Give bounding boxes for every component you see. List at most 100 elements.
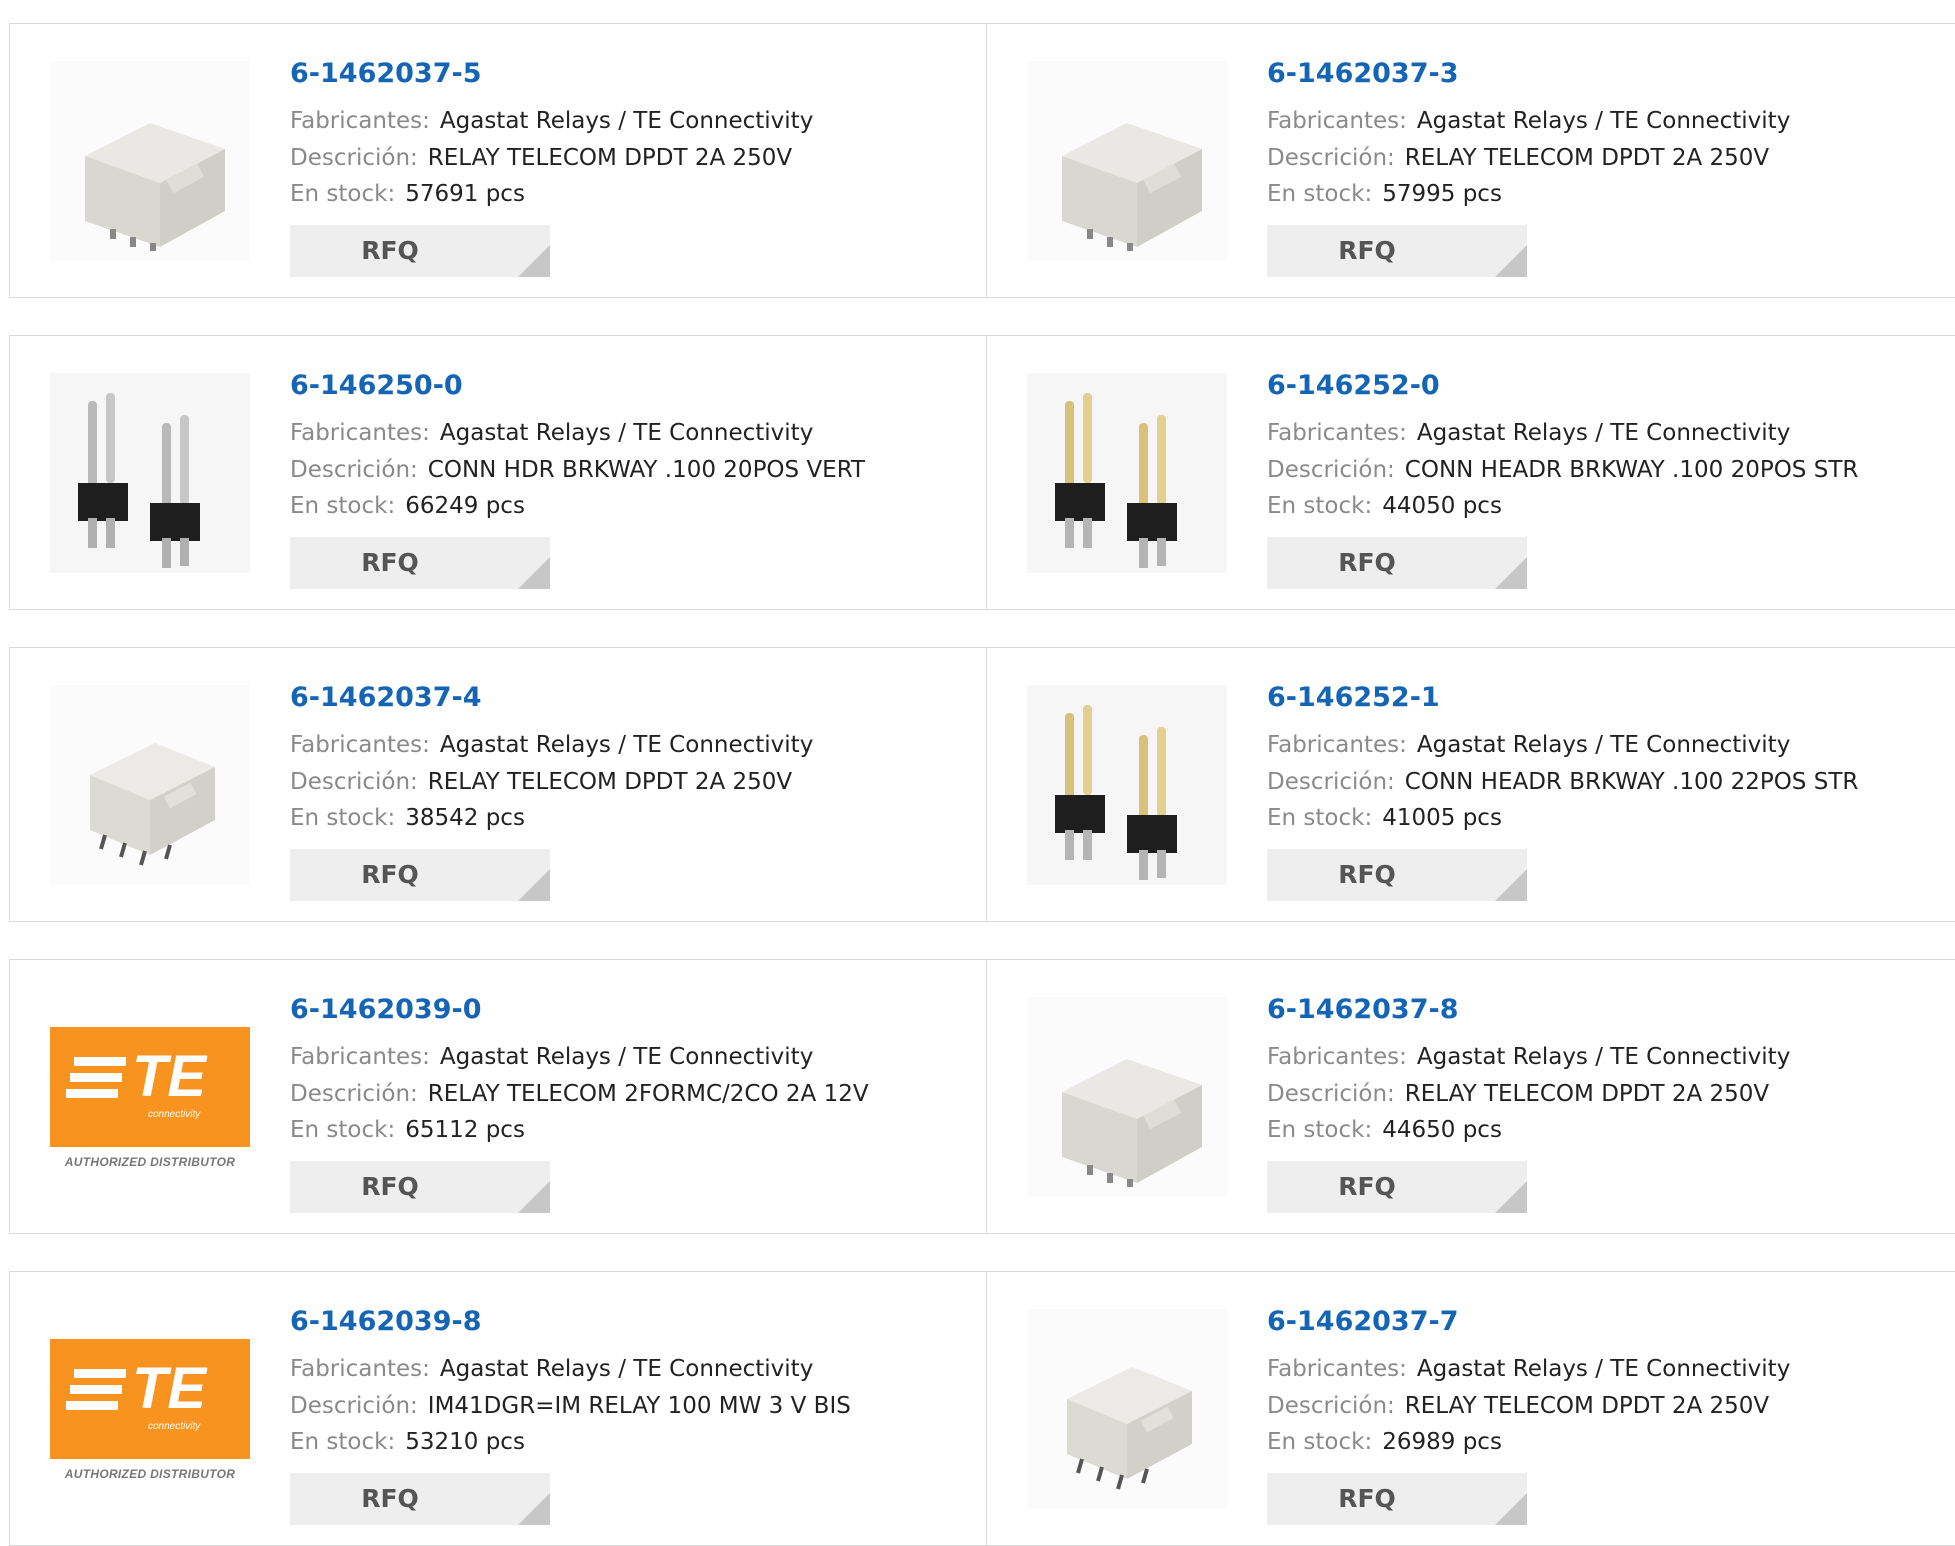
manufacturer-value: Agastat Relays / TE Connectivity [439, 1356, 814, 1382]
part-number-link[interactable]: 6-1462037-8 [1267, 994, 1459, 1025]
manufacturer-line: Fabricantes: Agastat Relays / TE Connecti… [290, 420, 813, 446]
rfq-label: RFQ [1338, 860, 1396, 889]
manufacturer-line: Fabricantes: Agastat Relays / TE Connecti… [1267, 420, 1790, 446]
part-number-link[interactable]: 6-1462039-0 [290, 994, 482, 1025]
product-card: 6-146252-0 Fabricantes: Agastat Relays / … [987, 336, 1955, 609]
product-image[interactable] [1027, 997, 1227, 1197]
stock-line: En stock: 66249 pcs [290, 493, 525, 519]
stock-value: 44050 pcs [1382, 493, 1502, 519]
description-label: Descrición: [1267, 1393, 1395, 1419]
part-number-link[interactable]: 6-1462037-3 [1267, 58, 1459, 89]
stock-value: 26989 pcs [1382, 1429, 1502, 1455]
description-line: Descrición: RELAY TELECOM DPDT 2A 250V [1267, 1393, 1769, 1419]
product-card: 6-146250-0 Fabricantes: Agastat Relays / … [10, 336, 986, 609]
stock-label: En stock: [290, 805, 396, 831]
product-card: TE connectivity AUTHORIZED DISTRIBUTOR 6… [10, 1272, 986, 1545]
part-number-link[interactable]: 6-146252-0 [1267, 370, 1440, 401]
stock-value: 66249 pcs [405, 493, 525, 519]
manufacturer-label: Fabricantes: [1267, 1044, 1407, 1070]
description-line: Descrición: RELAY TELECOM DPDT 2A 250V [1267, 1081, 1769, 1107]
description-label: Descrición: [290, 145, 418, 171]
part-number-link[interactable]: 6-146250-0 [290, 370, 463, 401]
product-card: 6-146252-1 Fabricantes: Agastat Relays / … [987, 648, 1955, 921]
manufacturer-value: Agastat Relays / TE Connectivity [1416, 1356, 1791, 1382]
part-number-link[interactable]: 6-1462039-8 [290, 1306, 482, 1337]
description-value: IM41DGR=IM RELAY 100 MW 3 V BIS [427, 1393, 851, 1419]
stock-value: 41005 pcs [1382, 805, 1502, 831]
stock-line: En stock: 38542 pcs [290, 805, 525, 831]
rfq-button[interactable]: RFQ [1267, 537, 1527, 589]
stock-label: En stock: [1267, 805, 1373, 831]
description-value: CONN HEADR BRKWAY .100 22POS STR [1404, 769, 1859, 795]
product-row: 6-1462037-5 Fabricantes: Agastat Relays /… [9, 23, 1955, 298]
corner-triangle-icon [518, 869, 550, 901]
stock-label: En stock: [1267, 493, 1373, 519]
relay-image [1027, 61, 1227, 261]
stock-label: En stock: [290, 1429, 396, 1455]
part-number-link[interactable]: 6-1462037-7 [1267, 1306, 1459, 1337]
manufacturer-line: Fabricantes: Agastat Relays / TE Connecti… [1267, 1044, 1790, 1070]
description-line: Descrición: CONN HEADR BRKWAY .100 22POS … [1267, 769, 1858, 795]
rfq-button[interactable]: RFQ [290, 537, 550, 589]
part-number-link[interactable]: 6-1462037-4 [290, 682, 482, 713]
relay-image [50, 685, 250, 885]
corner-triangle-icon [1495, 869, 1527, 901]
description-label: Descrición: [1267, 457, 1395, 483]
product-image[interactable] [1027, 373, 1227, 573]
relay-image [1027, 997, 1227, 1197]
description-label: Descrición: [290, 1081, 418, 1107]
stock-label: En stock: [1267, 1117, 1373, 1143]
product-row: 6-146250-0 Fabricantes: Agastat Relays / … [9, 335, 1955, 610]
product-image[interactable] [1027, 1309, 1227, 1509]
part-number-link[interactable]: 6-146252-1 [1267, 682, 1440, 713]
product-image[interactable] [50, 373, 250, 573]
stock-label: En stock: [1267, 1429, 1373, 1455]
corner-triangle-icon [1495, 557, 1527, 589]
manufacturer-line: Fabricantes: Agastat Relays / TE Connecti… [1267, 732, 1790, 758]
product-image[interactable] [50, 61, 250, 261]
relay-image [50, 61, 250, 261]
stock-line: En stock: 57691 pcs [290, 181, 525, 207]
product-image[interactable]: TE connectivity AUTHORIZED DISTRIBUTOR [50, 1309, 250, 1509]
rfq-button[interactable]: RFQ [290, 1473, 550, 1525]
stock-value: 53210 pcs [405, 1429, 525, 1455]
corner-triangle-icon [518, 1181, 550, 1213]
corner-triangle-icon [518, 245, 550, 277]
rfq-button[interactable]: RFQ [290, 225, 550, 277]
rfq-button[interactable]: RFQ [1267, 1161, 1527, 1213]
stock-line: En stock: 57995 pcs [1267, 181, 1502, 207]
stock-label: En stock: [290, 1117, 396, 1143]
part-number-link[interactable]: 6-1462037-5 [290, 58, 482, 89]
product-card: TE connectivity AUTHORIZED DISTRIBUTOR 6… [10, 960, 986, 1233]
rfq-label: RFQ [361, 1484, 419, 1513]
manufacturer-value: Agastat Relays / TE Connectivity [1416, 420, 1791, 446]
rfq-button[interactable]: RFQ [1267, 1473, 1527, 1525]
manufacturer-value: Agastat Relays / TE Connectivity [1416, 1044, 1791, 1070]
rfq-button[interactable]: RFQ [1267, 225, 1527, 277]
description-value: RELAY TELECOM DPDT 2A 250V [427, 769, 793, 795]
rfq-button[interactable]: RFQ [290, 849, 550, 901]
manufacturer-label: Fabricantes: [290, 420, 430, 446]
corner-triangle-icon [1495, 245, 1527, 277]
product-row: TE connectivity AUTHORIZED DISTRIBUTOR 6… [9, 1271, 1955, 1546]
description-value: RELAY TELECOM DPDT 2A 250V [1404, 145, 1770, 171]
product-image[interactable]: TE connectivity AUTHORIZED DISTRIBUTOR [50, 997, 250, 1197]
manufacturer-label: Fabricantes: [290, 108, 430, 134]
manufacturer-value: Agastat Relays / TE Connectivity [439, 732, 814, 758]
stock-line: En stock: 26989 pcs [1267, 1429, 1502, 1455]
manufacturer-line: Fabricantes: Agastat Relays / TE Connecti… [290, 732, 813, 758]
product-image[interactable] [1027, 685, 1227, 885]
product-row: TE connectivity AUTHORIZED DISTRIBUTOR 6… [9, 959, 1955, 1234]
stock-line: En stock: 53210 pcs [290, 1429, 525, 1455]
manufacturer-value: Agastat Relays / TE Connectivity [439, 1044, 814, 1070]
product-image[interactable] [1027, 61, 1227, 261]
relay-image [1027, 1309, 1227, 1509]
product-card: 6-1462037-8 Fabricantes: Agastat Relays /… [987, 960, 1955, 1233]
product-image[interactable] [50, 685, 250, 885]
rfq-button[interactable]: RFQ [290, 1161, 550, 1213]
description-value: RELAY TELECOM 2FORMC/2CO 2A 12V [427, 1081, 869, 1107]
stock-line: En stock: 44050 pcs [1267, 493, 1502, 519]
rfq-button[interactable]: RFQ [1267, 849, 1527, 901]
product-card: 6-1462037-3 Fabricantes: Agastat Relays /… [987, 24, 1955, 297]
description-label: Descrición: [1267, 145, 1395, 171]
